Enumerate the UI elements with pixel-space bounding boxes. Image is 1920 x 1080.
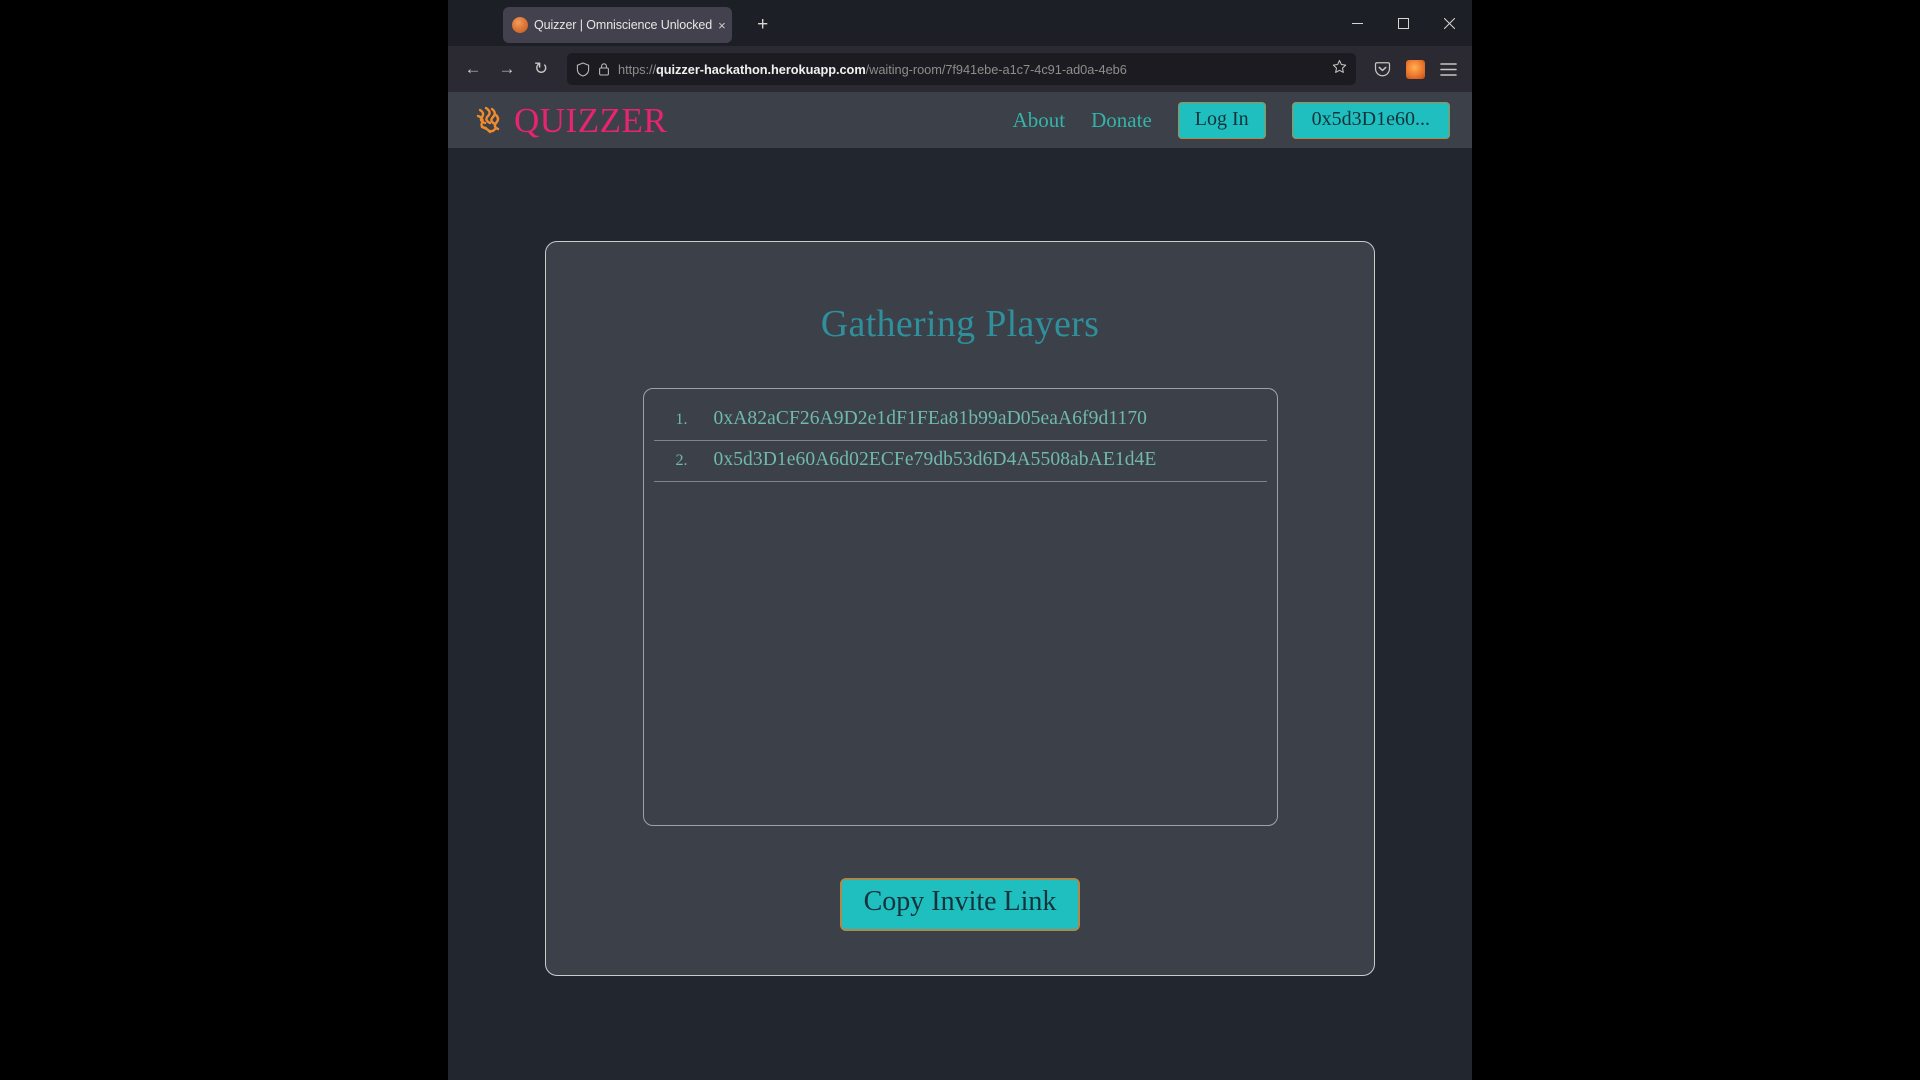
list-item: 2. 0x5d3D1e60A6d02ECFe79db53d6D4A5508abA… [653, 441, 1267, 482]
url-scheme: https:// [618, 61, 657, 77]
reload-icon[interactable]: ↻ [525, 53, 557, 85]
forward-icon[interactable]: → [491, 53, 523, 85]
player-address: 0x5d3D1e60A6d02ECFe79db53d6D4A5508abAE1d… [713, 449, 1157, 470]
back-icon[interactable]: ← [457, 53, 489, 85]
browser-toolbar: ← → ↻ https://quizzer-hackathon.herokuap… [448, 46, 1472, 92]
login-button[interactable]: Log In [1177, 101, 1266, 139]
brand-logo[interactable]: QUIZZER [472, 103, 667, 138]
quizzer-favicon-icon [512, 17, 528, 33]
list-item: 1. 0xA82aCF26A9D2e1dF1FEa81b99aD05eaA6f9… [653, 400, 1267, 441]
web-page: QUIZZER About Donate Log In 0x5d3D1e60..… [448, 92, 1472, 1080]
url-bar[interactable]: https://quizzer-hackathon.herokuapp.com/… [567, 53, 1356, 85]
url-path: /waiting-room/7f941ebe-a1c7-4c91-ad0a-4e… [865, 61, 1127, 77]
page-title: Gathering Players [820, 303, 1100, 345]
browser-tab[interactable]: Quizzer | Omniscience Unlocked × [503, 7, 732, 43]
bookmark-star-icon[interactable] [1332, 59, 1347, 79]
player-list: 1. 0xA82aCF26A9D2e1dF1FEa81b99aD05eaA6f9… [642, 388, 1278, 826]
nav-link-about[interactable]: About [1013, 109, 1066, 131]
close-window-icon[interactable] [1426, 0, 1472, 46]
firefox-account-icon[interactable] [1400, 54, 1430, 84]
site-header: QUIZZER About Donate Log In 0x5d3D1e60..… [448, 92, 1472, 148]
quizzer-logo-icon [472, 103, 506, 137]
window-controls [1334, 0, 1472, 46]
tab-title: Quizzer | Omniscience Unlocked [534, 18, 713, 32]
close-tab-icon[interactable]: × [718, 19, 726, 32]
screen: Quizzer | Omniscience Unlocked × + ← → ↻ [0, 0, 1920, 1080]
maximize-window-icon[interactable] [1380, 0, 1426, 46]
application-menu-icon[interactable] [1433, 54, 1463, 84]
copy-invite-wrapper: Copy Invite Link [839, 878, 1081, 931]
copy-invite-link-button[interactable]: Copy Invite Link [839, 878, 1081, 931]
brand-name: QUIZZER [514, 100, 668, 140]
url-text[interactable]: https://quizzer-hackathon.herokuapp.com/… [618, 62, 1324, 77]
lock-icon[interactable] [598, 62, 610, 76]
minimize-window-icon[interactable] [1334, 0, 1380, 46]
page-stage: Gathering Players 1. 0xA82aCF26A9D2e1dF1… [448, 148, 1472, 976]
site-nav: About Donate Log In 0x5d3D1e60... [1013, 101, 1450, 139]
player-index: 1. [675, 411, 688, 428]
wallet-address-button[interactable]: 0x5d3D1e60... [1291, 101, 1450, 139]
player-index: 2. [675, 452, 688, 469]
tab-strip: Quizzer | Omniscience Unlocked × + [448, 0, 1472, 46]
player-address: 0xA82aCF26A9D2e1dF1FEa81b99aD05eaA6f9d11… [713, 408, 1148, 429]
pocket-icon[interactable] [1367, 54, 1397, 84]
shield-icon[interactable] [576, 61, 590, 77]
url-host: quizzer-hackathon.herokuapp.com [656, 61, 866, 77]
browser-window: Quizzer | Omniscience Unlocked × + ← → ↻ [448, 0, 1472, 1080]
waiting-room-card: Gathering Players 1. 0xA82aCF26A9D2e1dF1… [545, 241, 1375, 976]
nav-link-donate[interactable]: Donate [1091, 109, 1152, 131]
new-tab-button[interactable]: + [750, 12, 776, 38]
